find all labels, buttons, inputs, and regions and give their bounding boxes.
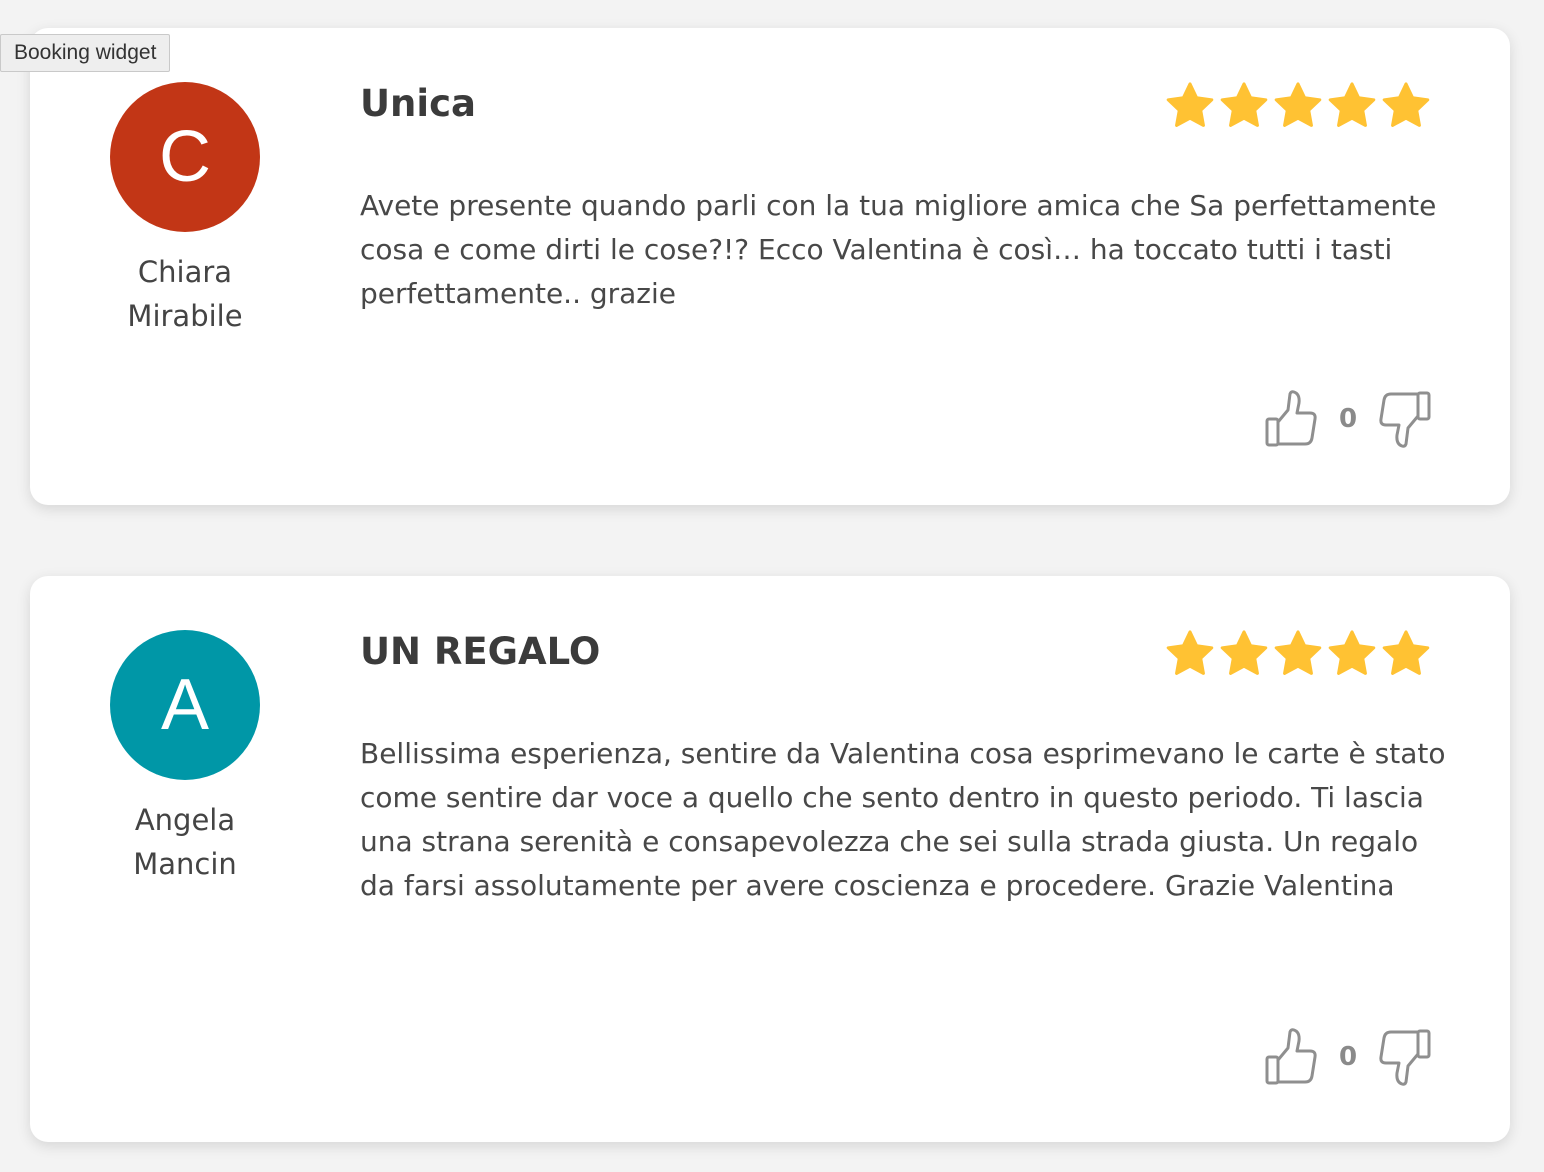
thumbs-up-icon[interactable]	[1264, 1026, 1320, 1088]
star-icon	[1272, 628, 1324, 680]
review-card: A Angela Mancin UN REGALO Bellissima esp…	[30, 576, 1510, 1142]
star-icon	[1218, 628, 1270, 680]
review-text: Avete presente quando parli con la tua m…	[360, 189, 1437, 310]
reviewer-name: Angela Mancin	[90, 798, 280, 886]
star-icon	[1380, 80, 1432, 132]
vote-controls: 0	[1264, 1026, 1432, 1088]
reviewer-name: Chiara Mirabile	[90, 250, 280, 338]
avatar: C	[110, 82, 260, 232]
star-icon	[1164, 628, 1216, 680]
vote-count: 0	[1338, 404, 1358, 434]
review-card: C Chiara Mirabile Unica Avete presente q…	[30, 28, 1510, 505]
star-icon	[1164, 80, 1216, 132]
star-rating	[1164, 80, 1432, 132]
star-icon	[1218, 80, 1270, 132]
reviewer-last-name: Mancin	[133, 847, 237, 881]
review-title: Unica	[360, 82, 476, 125]
reviewer-first-name: Angela	[134, 803, 236, 837]
review-text: Bellissima esperienza, sentire da Valent…	[360, 737, 1446, 902]
star-icon	[1326, 80, 1378, 132]
booking-widget-tooltip: Booking widget	[0, 34, 171, 72]
avatar: A	[110, 630, 260, 780]
star-icon	[1272, 80, 1324, 132]
star-rating	[1164, 628, 1432, 680]
thumbs-up-icon[interactable]	[1264, 388, 1320, 450]
star-icon	[1380, 628, 1432, 680]
review-title: UN REGALO	[360, 630, 601, 673]
vote-count: 0	[1338, 1042, 1358, 1072]
reviewer-last-name: Mirabile	[127, 299, 243, 333]
vote-controls: 0	[1264, 388, 1432, 450]
thumbs-down-icon[interactable]	[1376, 1026, 1432, 1088]
star-icon	[1326, 628, 1378, 680]
thumbs-down-icon[interactable]	[1376, 388, 1432, 450]
reviewer-first-name: Chiara	[137, 255, 233, 289]
